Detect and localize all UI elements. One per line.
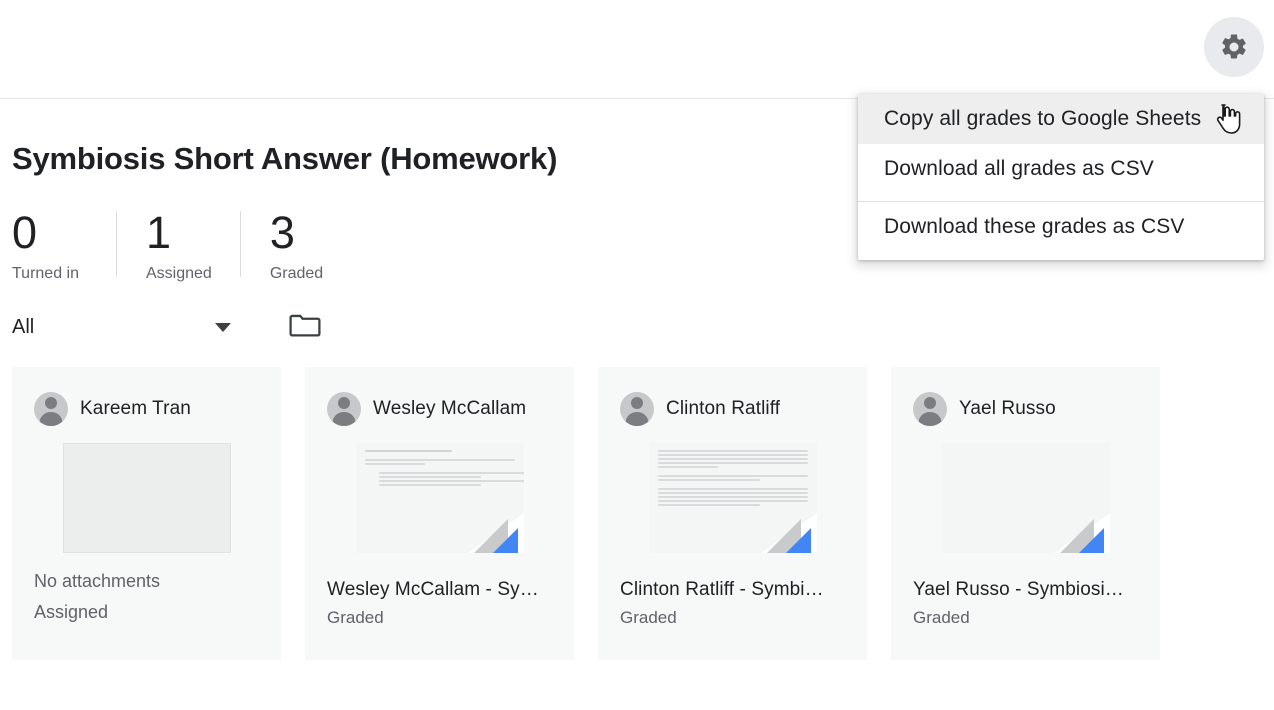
stat-label: Assigned <box>146 265 212 282</box>
student-card-header: Clinton Ratliff <box>620 389 845 429</box>
submission-doc-title[interactable]: Clinton Ratliff - Symbi… <box>620 579 853 601</box>
student-name: Wesley McCallam <box>373 398 527 419</box>
student-card-footer: No attachments Assigned <box>34 566 267 628</box>
thumbnail-text-preview <box>649 443 817 506</box>
thumb-line <box>657 488 808 490</box>
submission-doc-title[interactable]: Yael Russo - Symbiosi… <box>913 579 1146 601</box>
open-folder-button[interactable] <box>289 311 321 344</box>
submission-doc-title[interactable]: Wesley McCallam - Sy… <box>327 579 560 601</box>
folder-icon <box>289 311 321 344</box>
gear-icon <box>1219 32 1249 62</box>
thumb-line <box>657 462 808 464</box>
avatar <box>620 392 654 426</box>
thumbnail-text-preview <box>356 443 524 486</box>
submission-thumbnail-wrap <box>620 443 845 553</box>
stat-graded[interactable]: 3 Graded <box>239 207 351 283</box>
avatar <box>34 392 68 426</box>
student-card[interactable]: Wesley McCallam Wesley McCallam - Sy… Gr… <box>305 367 574 660</box>
status-filter-value: All <box>12 316 35 338</box>
menu-item-label: Copy all grades to Google Sheets <box>884 107 1202 130</box>
thumb-line <box>657 479 760 481</box>
document-thumbnail[interactable] <box>941 443 1110 553</box>
menu-item-label: Download all grades as CSV <box>884 157 1154 180</box>
thumb-line <box>657 500 808 502</box>
settings-button[interactable] <box>1204 17 1264 77</box>
stat-turned-in[interactable]: 0 Turned in <box>12 207 116 283</box>
student-card[interactable]: Clinton Ratliff Clinton Ratliff - Symbi…… <box>598 367 867 660</box>
student-card-footer: Wesley McCallam - Sy… Graded <box>327 579 560 628</box>
student-name: Yael Russo <box>959 398 1056 419</box>
thumb-line <box>657 450 808 452</box>
thumb-line <box>378 472 524 474</box>
empty-thumbnail <box>62 443 231 553</box>
menu-item-download-these-grades-as-csv[interactable]: Download these grades as CSV <box>858 202 1264 252</box>
stat-label: Turned in <box>12 265 79 282</box>
thumb-line <box>657 496 808 498</box>
menu-item-download-all-grades-as-csv[interactable]: Download all grades as CSV <box>858 144 1264 194</box>
submission-status: Graded <box>327 608 384 627</box>
student-card[interactable]: Kareem Tran No attachments Assigned <box>12 367 281 660</box>
google-docs-fold-icon <box>1053 513 1110 553</box>
student-card-header: Wesley McCallam <box>327 389 552 429</box>
student-name: Kareem Tran <box>80 398 191 419</box>
thumb-line <box>657 466 718 468</box>
document-thumbnail[interactable] <box>648 443 817 553</box>
student-card-footer: Yael Russo - Symbiosi… Graded <box>913 579 1146 628</box>
submission-status: Assigned <box>34 602 109 622</box>
document-thumbnail[interactable] <box>355 443 524 553</box>
status-filter-dropdown[interactable]: All <box>12 316 237 339</box>
google-docs-fold-icon <box>760 513 817 553</box>
stat-assigned[interactable]: 1 Assigned <box>116 207 240 283</box>
menu-item-copy-all-grades-to-google-sheets[interactable]: Copy all grades to Google Sheets <box>858 94 1264 144</box>
thumb-line <box>657 475 808 477</box>
submission-thumbnail-wrap <box>34 443 259 553</box>
stat-number: 0 <box>12 207 38 258</box>
thumb-line <box>378 480 524 482</box>
avatar <box>913 392 947 426</box>
top-bar <box>0 0 1274 99</box>
thumb-line <box>378 484 481 486</box>
stat-label: Graded <box>269 265 324 282</box>
avatar <box>327 392 361 426</box>
thumb-line <box>657 504 760 506</box>
no-attachments-label: No attachments <box>34 571 161 591</box>
menu-item-label: Download these grades as CSV <box>884 215 1185 238</box>
thumb-line <box>657 454 808 456</box>
stat-number: 1 <box>146 207 172 258</box>
student-card[interactable]: Yael Russo Yael Russo - Symbiosi… Graded <box>891 367 1160 660</box>
submission-thumbnail-wrap <box>913 443 1138 553</box>
grades-options-menu: Copy all grades to Google Sheets Downloa… <box>858 94 1264 260</box>
thumb-line <box>364 463 425 465</box>
thumb-line <box>364 450 452 452</box>
student-card-footer: Clinton Ratliff - Symbi… Graded <box>620 579 853 628</box>
submission-thumbnail-wrap <box>327 443 552 553</box>
submission-status: Graded <box>620 608 677 627</box>
student-submission-grid: Kareem Tran No attachments Assigned Wesl… <box>0 344 1274 660</box>
google-docs-fold-icon <box>467 513 524 553</box>
thumb-line <box>657 458 808 460</box>
thumb-line <box>364 459 515 461</box>
student-card-header: Yael Russo <box>913 389 1138 429</box>
stat-number: 3 <box>269 207 295 258</box>
filter-row: All <box>0 283 1274 344</box>
submission-status: Graded <box>913 608 970 627</box>
thumb-line <box>378 476 481 478</box>
student-name: Clinton Ratliff <box>666 398 781 419</box>
thumb-line <box>657 492 808 494</box>
student-card-header: Kareem Tran <box>34 389 259 429</box>
chevron-down-icon <box>215 323 231 332</box>
